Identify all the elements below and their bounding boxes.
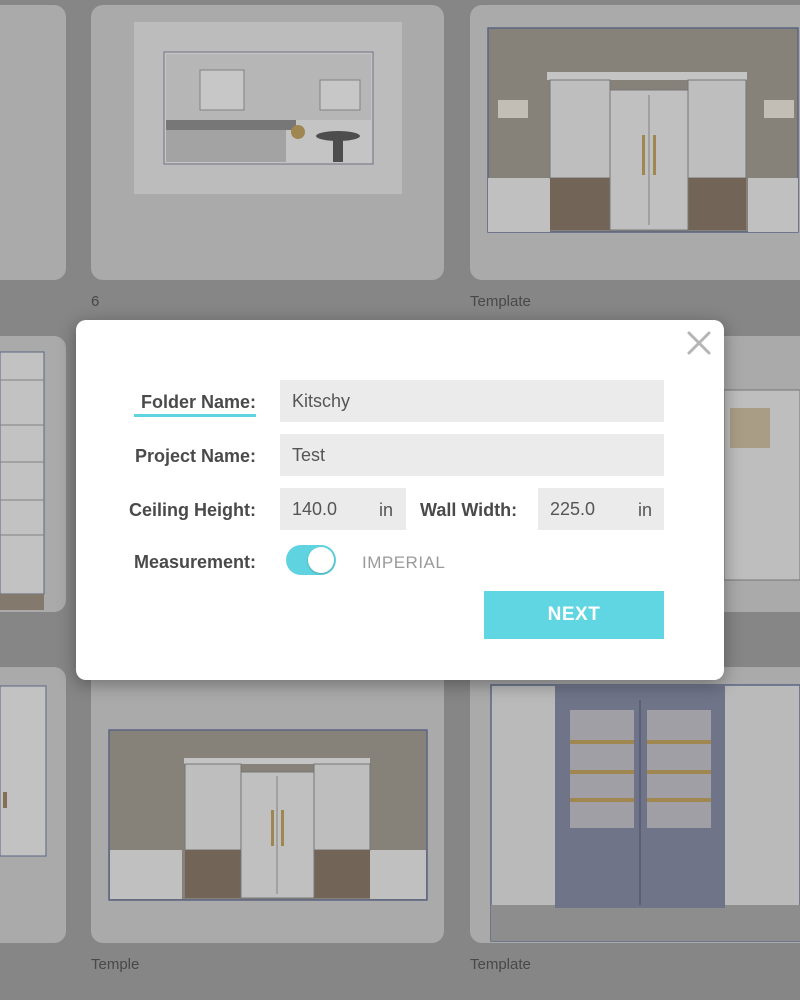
new-project-dialog: Folder Name: Project Name: Ceiling Heigh… <box>76 320 724 680</box>
next-button[interactable]: NEXT <box>484 591 664 639</box>
ceiling-height-label: Ceiling Height: <box>129 500 256 520</box>
measurement-label: Measurement: <box>133 552 256 572</box>
close-icon[interactable] <box>684 328 714 358</box>
project-name-label: Project Name: <box>134 446 256 466</box>
wall-width-label: Wall Width: <box>420 500 518 520</box>
measurement-toggle[interactable] <box>286 545 336 575</box>
folder-name-input[interactable] <box>280 380 664 422</box>
project-name-input[interactable] <box>280 434 664 476</box>
active-field-underline <box>134 414 256 417</box>
toggle-knob <box>308 547 334 573</box>
wall-width-unit: in <box>638 500 653 520</box>
ceiling-height-unit: in <box>379 500 394 520</box>
folder-name-label: Folder Name: <box>140 392 256 412</box>
measurement-mode-label: IMPERIAL <box>362 553 446 572</box>
